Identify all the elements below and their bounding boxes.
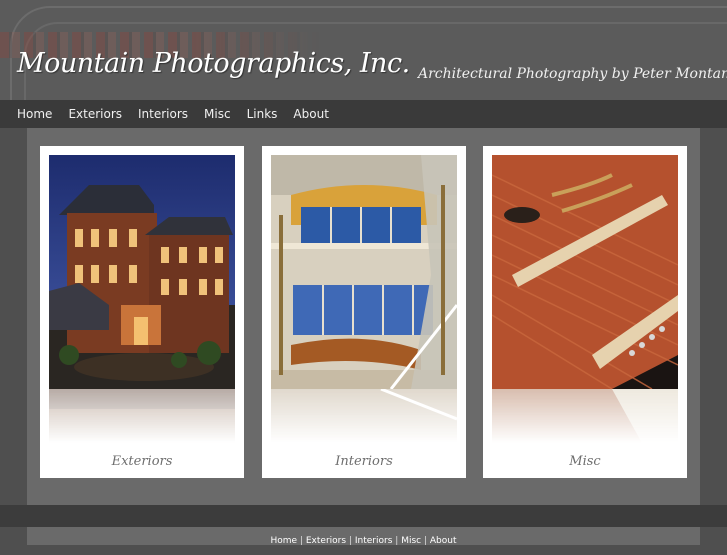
- nav-home[interactable]: Home: [17, 107, 52, 121]
- site-header: Mountain Photographics, Inc. Architectur…: [0, 0, 727, 100]
- hammered-dulcimer-photo[interactable]: [492, 155, 678, 389]
- card-label-misc: Misc: [569, 454, 601, 469]
- site-tagline: Architectural Photography by Peter Monta…: [418, 66, 727, 82]
- nav-interiors[interactable]: Interiors: [138, 107, 188, 121]
- card-label-interiors: Interiors: [335, 454, 393, 469]
- victorian-building-photo[interactable]: [49, 155, 235, 389]
- gallery-card-misc[interactable]: Misc: [483, 146, 687, 478]
- nav-misc[interactable]: Misc: [204, 107, 231, 121]
- nav-links[interactable]: Links: [247, 107, 278, 121]
- gallery-panel: Exteriors Interiors Misc: [27, 128, 700, 505]
- gallery-card-exteriors[interactable]: Exteriors: [40, 146, 244, 478]
- nav-exteriors[interactable]: Exteriors: [68, 107, 122, 121]
- main-nav: Home Exteriors Interiors Misc Links Abou…: [0, 100, 727, 128]
- photo-reflection: [271, 389, 457, 443]
- card-label-exteriors: Exteriors: [111, 454, 173, 469]
- nav-about[interactable]: About: [293, 107, 328, 121]
- footer-links: Home | Exteriors | Interiors | Misc | Ab…: [27, 527, 700, 546]
- atrium-lobby-photo[interactable]: [271, 155, 457, 389]
- photo-reflection: [49, 389, 235, 443]
- gallery-card-interiors[interactable]: Interiors: [262, 146, 466, 478]
- site-logo[interactable]: Mountain Photographics, Inc.: [17, 48, 410, 79]
- footer-band: [0, 505, 727, 527]
- photo-reflection: [492, 389, 678, 443]
